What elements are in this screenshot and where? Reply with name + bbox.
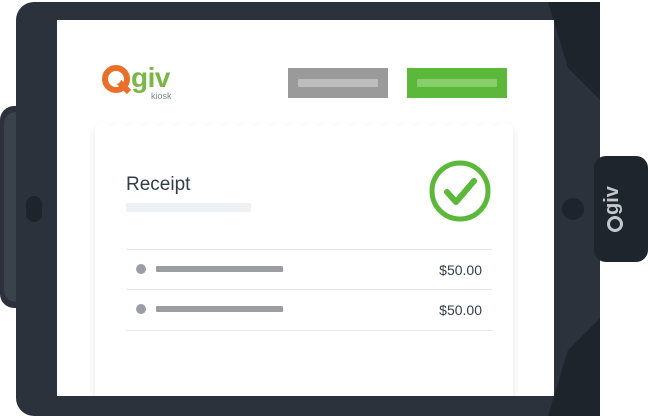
item-description-placeholder: [156, 306, 283, 312]
receipt-title: Receipt: [126, 174, 191, 195]
check-circle-icon: [429, 160, 491, 222]
side-logo-text: giv: [601, 186, 623, 215]
primary-button-label: [417, 79, 497, 87]
secondary-button-label: [298, 79, 378, 87]
receipt-subtitle-placeholder: [126, 203, 251, 212]
primary-button[interactable]: [407, 68, 507, 98]
qgiv-logo: giv kiosk: [101, 62, 181, 108]
receipt-torn-edge: [95, 122, 513, 130]
side-logo-q-icon: [607, 216, 623, 232]
qgiv-q-icon: [102, 65, 131, 94]
logo-text: giv: [131, 62, 170, 93]
item-description-placeholder: [156, 266, 283, 272]
bullet-icon: [136, 264, 146, 274]
item-amount: $50.00: [439, 302, 482, 318]
receipt-card: Receipt $50.00 $50.00: [95, 122, 513, 396]
bullet-icon: [136, 304, 146, 314]
logo-subtitle: kiosk: [151, 91, 172, 101]
tablet-kiosk: giv giv kiosk Receipt $50.00 $50.00: [0, 0, 648, 419]
receipt-line-item: $50.00: [126, 289, 492, 331]
side-logo: giv: [590, 186, 648, 234]
secondary-button[interactable]: [288, 68, 388, 98]
item-amount: $50.00: [439, 262, 482, 278]
kiosk-screen: giv kiosk Receipt $50.00 $50.00: [57, 20, 554, 396]
receipt-line-item: $50.00: [126, 249, 492, 290]
